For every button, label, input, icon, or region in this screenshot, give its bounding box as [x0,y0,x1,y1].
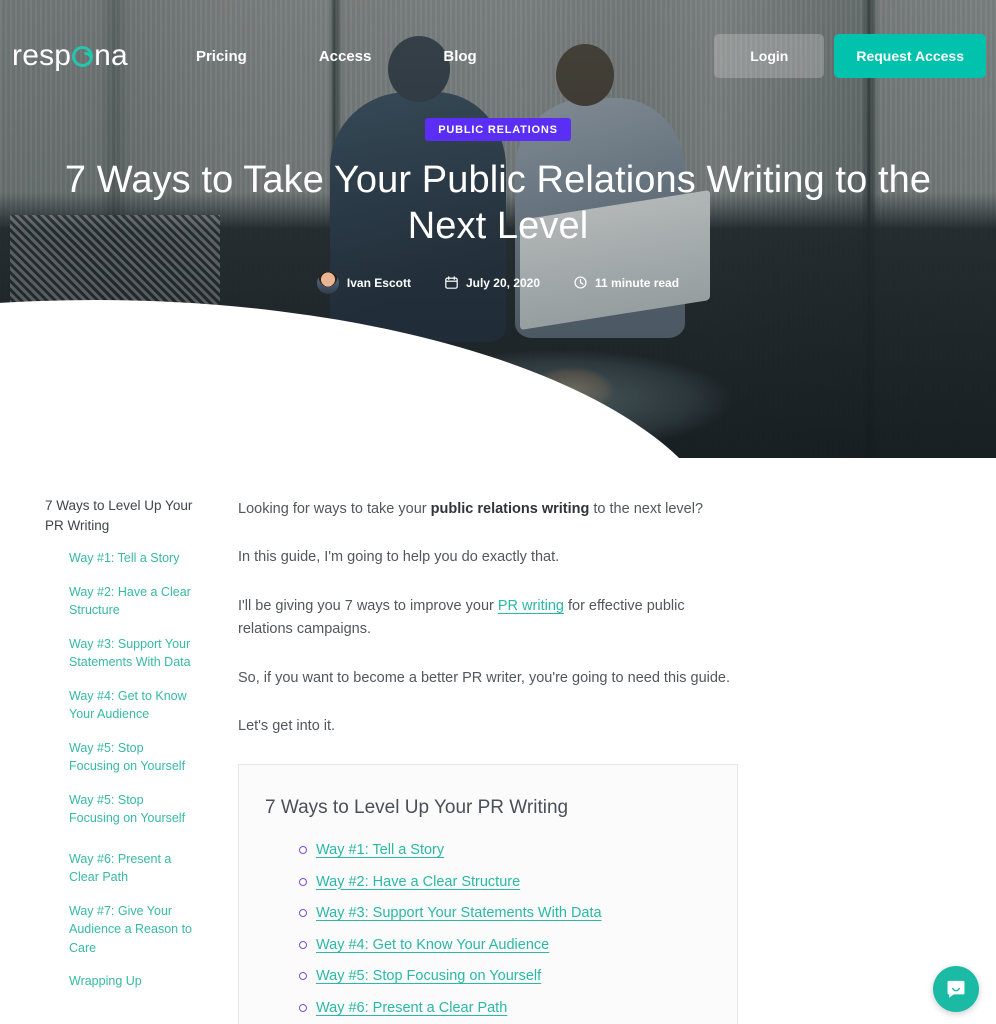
avatar-icon [316,271,339,294]
hero-content: PUBLIC RELATIONS 7 Ways to Take Your Pub… [0,118,996,294]
nav-links: Pricing Access Blog [160,40,513,73]
sidebar-toc-link-1[interactable]: Way #1: Tell a Story [69,549,179,568]
nav-item-access[interactable]: Access [305,40,386,73]
article-paragraph-4: So, if you want to become a better PR wr… [238,669,731,686]
article-paragraph-2: In this guide, I'm going to help you do … [238,549,560,566]
toc-card-link-4[interactable]: Way #4: Get to Know Your Audience [316,937,549,953]
list-item: Way #5: Stop Focusing on Yourself [69,791,197,828]
chat-launcher-button[interactable] [933,966,979,1012]
sidebar-toc-link-4[interactable]: Way #4: Get to Know Your Audience [69,687,197,724]
main-navigation: resp na Pricing Access Blog Login Request… [0,0,996,112]
article-paragraph-1: Looking for ways to take your public rel… [238,498,738,521]
request-access-button[interactable]: Request Access [834,34,986,78]
list-item: Way #3: Support Your Statements With Dat… [299,902,707,924]
author-name: Ivan Escott [346,275,411,290]
list-item: Way #2: Have a Clear Structure [299,871,707,893]
sidebar-table-of-contents: 7 Ways to Level Up Your PR Writing Way #… [0,496,205,1006]
chat-bubble-smile-icon [947,980,965,998]
login-button[interactable]: Login [714,34,825,78]
sidebar-toc-title: 7 Ways to Level Up Your PR Writing [45,498,193,533]
sidebar-toc-link-5-duplicate[interactable]: Way #5: Stop Focusing on Yourself [69,791,197,828]
meta-date: July 20, 2020 [445,276,540,290]
list-item: Way #7: Give Your Audience a Reason to C… [69,902,197,958]
list-item: Way #1: Tell a Story [69,549,197,568]
logo-text-pre: resp [12,39,72,72]
toc-card-title: 7 Ways to Level Up Your PR Writing [265,796,569,818]
list-item: Way #6: Present a Clear Path [299,997,707,1019]
meta-read-time: 11 minute read [574,276,679,290]
nav-item-blog[interactable]: Blog [429,40,490,73]
toc-card-link-6[interactable]: Way #6: Present a Clear Path [316,1000,507,1016]
hero-section: resp na Pricing Access Blog Login Request… [0,0,996,458]
paragraph-1-text-c: to the next level? [589,501,704,517]
pr-writing-link[interactable]: PR writing [498,598,564,614]
table-of-contents-card: 7 Ways to Level Up Your PR Writing Way #… [238,763,738,1024]
list-item: Way #3: Support Your Statements With Dat… [69,635,197,672]
list-item: Way #5: Stop Focusing on Yourself [69,739,197,776]
publish-date: July 20, 2020 [465,275,541,290]
toc-card-link-1[interactable]: Way #1: Tell a Story [316,842,444,858]
paragraph-1-text-a: Looking for ways to take your [238,501,431,517]
list-item: Wrapping Up [69,972,197,991]
sidebar-toc-link-5[interactable]: Way #5: Stop Focusing on Yourself [69,739,197,776]
sidebar-toc-list: Way #1: Tell a Story Way #2: Have a Clea… [45,549,197,991]
list-item: Way #6: Present a Clear Path [69,850,197,887]
list-item: Way #5: Stop Focusing on Yourself [299,965,707,987]
sidebar-toc-link-6[interactable]: Way #6: Present a Clear Path [69,850,197,887]
paragraph-3-text-a: I'll be giving you 7 ways to improve you… [238,597,498,614]
paragraph-1-bold: public relations writing [430,501,590,517]
page-title: 7 Ways to Take Your Public Relations Wri… [64,159,932,248]
article-content: Looking for ways to take your public rel… [238,496,738,1024]
sidebar-toc-link-wrapping-up[interactable]: Wrapping Up [69,972,142,991]
list-item: Way #1: Tell a Story [299,839,707,861]
article-meta: Ivan Escott July 20, 2020 11 minute read [40,271,956,294]
calendar-icon [445,276,458,290]
list-item: Way #4: Get to Know Your Audience [299,934,707,956]
toc-card-link-2[interactable]: Way #2: Have a Clear Structure [316,874,520,890]
logo-text-post: na [94,39,128,72]
article-paragraph-5: Let's get into it. [238,718,336,735]
sidebar-toc-link-7[interactable]: Way #7: Give Your Audience a Reason to C… [69,902,197,958]
logo-swirl-icon [72,46,94,67]
article-paragraph-3: I'll be giving you 7 ways to improve you… [238,595,738,642]
read-time: 11 minute read [595,275,680,290]
respona-logo[interactable]: resp na [12,41,128,71]
category-badge[interactable]: PUBLIC RELATIONS [425,118,571,141]
sidebar-toc-link-3[interactable]: Way #3: Support Your Statements With Dat… [69,635,197,672]
toc-card-list: Way #1: Tell a Story Way #2: Have a Clea… [263,839,707,1024]
list-item: Way #2: Have a Clear Structure [69,583,197,620]
nav-item-pricing[interactable]: Pricing [182,40,261,73]
toc-card-link-3[interactable]: Way #3: Support Your Statements With Dat… [316,905,602,921]
meta-author: Ivan Escott [316,271,411,294]
list-item: Way #4: Get to Know Your Audience [69,687,197,724]
clock-icon [574,276,587,289]
toc-card-link-5[interactable]: Way #5: Stop Focusing on Yourself [316,968,541,984]
page-body: 7 Ways to Level Up Your PR Writing Way #… [0,458,996,1024]
nav-actions: Login Request Access [714,34,986,78]
sidebar-toc-link-2[interactable]: Way #2: Have a Clear Structure [69,583,197,620]
